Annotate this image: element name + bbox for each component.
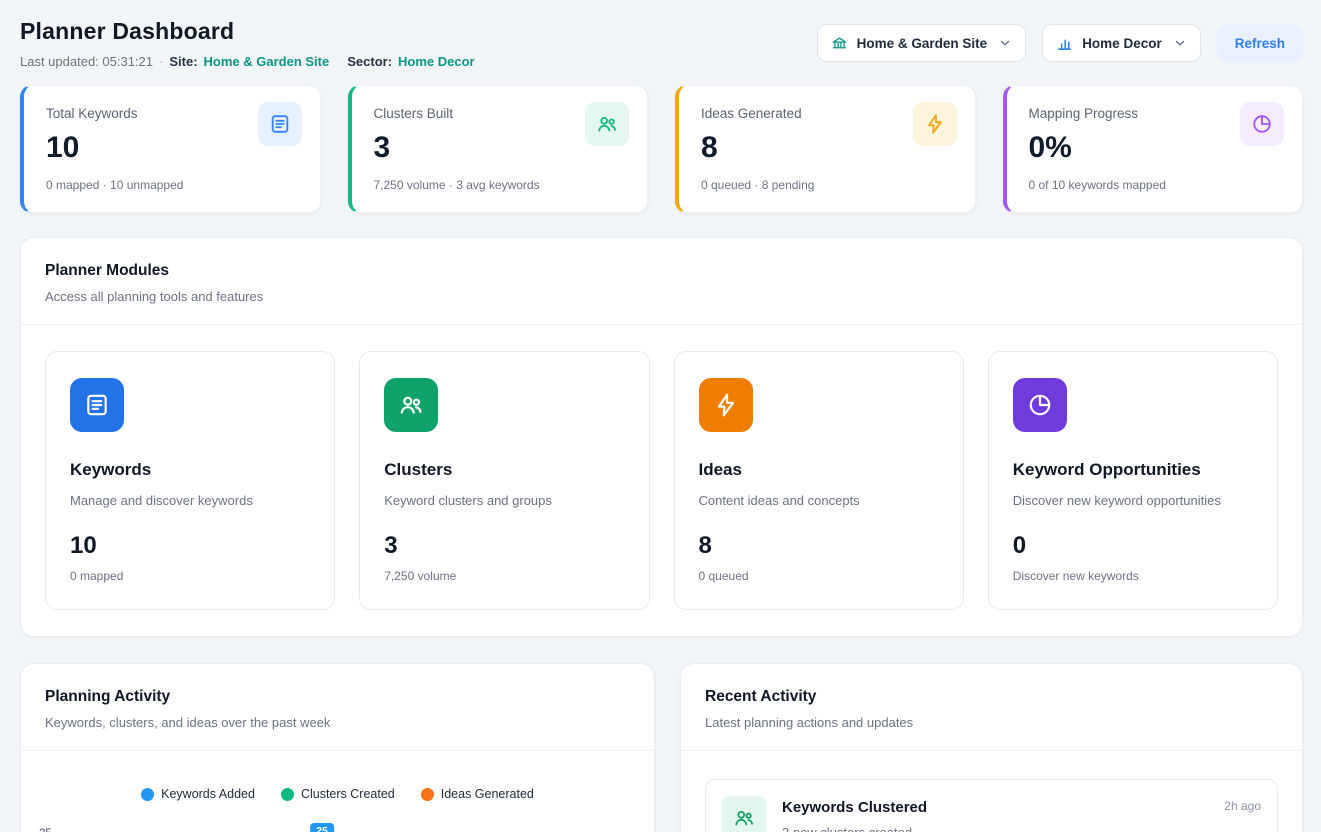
module-value: 10 <box>70 532 310 560</box>
area-chart: 25 25 24 <box>21 814 654 832</box>
page-header: Planner Dashboard Last updated: 05:31:21… <box>20 18 1303 69</box>
stat-detail: 0 of 10 keywords mapped <box>1029 178 1283 192</box>
bar-chart-icon <box>1056 35 1073 52</box>
page-title: Planner Dashboard <box>20 18 475 45</box>
keywords-added-area-series <box>55 814 632 832</box>
refresh-button[interactable]: Refresh <box>1217 24 1303 62</box>
header-left: Planner Dashboard Last updated: 05:31:21… <box>20 18 475 69</box>
y-axis-tick: 25 <box>39 828 52 832</box>
building-icon <box>831 35 848 52</box>
module-card-ideas[interactable]: Ideas Content ideas and concepts 8 0 que… <box>674 351 964 610</box>
stat-detail: 7,250 volume · 3 avg keywords <box>374 178 628 192</box>
legend-dot-icon <box>281 788 294 801</box>
site-label: Site: <box>169 54 197 69</box>
planner-modules-panel: Planner Modules Access all planning tool… <box>20 237 1303 637</box>
modules-subtitle: Access all planning tools and features <box>45 289 1278 304</box>
recent-activity-list: Keywords Clustered 3 new clusters create… <box>681 751 1302 832</box>
legend-item-ideas-generated: Ideas Generated <box>421 787 534 801</box>
site-selector-dropdown[interactable]: Home & Garden Site <box>817 24 1027 62</box>
activity-list-item: Keywords Clustered 3 new clusters create… <box>705 779 1278 832</box>
stat-detail: 0 mapped · 10 unmapped <box>46 178 300 192</box>
recent-activity-header: Recent Activity Latest planning actions … <box>681 664 1302 750</box>
module-card-keyword-opportunities[interactable]: Keyword Opportunities Discover new keywo… <box>988 351 1278 610</box>
module-detail: 0 mapped <box>70 569 310 583</box>
stat-card-total-keywords: Total Keywords 10 0 mapped · 10 unmapped <box>20 85 321 213</box>
module-detail: 7,250 volume <box>384 569 624 583</box>
module-title: Ideas <box>699 460 939 480</box>
planner-dashboard-page: Planner Dashboard Last updated: 05:31:21… <box>0 0 1321 832</box>
legend-label: Ideas Generated <box>441 787 534 801</box>
document-lines-icon <box>258 102 302 146</box>
module-description: Discover new keyword opportunities <box>1013 493 1253 508</box>
activity-item-title: Keywords Clustered <box>782 799 927 816</box>
module-card-keywords[interactable]: Keywords Manage and discover keywords 10… <box>45 351 335 610</box>
stats-row: Total Keywords 10 0 mapped · 10 unmapped… <box>20 85 1303 213</box>
module-title: Keyword Opportunities <box>1013 460 1253 480</box>
sector-selector-dropdown[interactable]: Home Decor <box>1042 24 1201 62</box>
bolt-icon <box>699 378 753 432</box>
header-meta: Last updated: 05:31:21 · Site: Home & Ga… <box>20 54 475 69</box>
site-selector-label: Home & Garden Site <box>857 36 988 51</box>
users-icon <box>722 796 766 832</box>
modules-title: Planner Modules <box>45 262 1278 280</box>
module-value: 3 <box>384 532 624 560</box>
last-updated-text: Last updated: 05:31:21 <box>20 54 153 69</box>
module-detail: 0 queued <box>699 569 939 583</box>
module-value: 0 <box>1013 532 1253 560</box>
planning-activity-header: Planning Activity Keywords, clusters, an… <box>21 664 654 750</box>
recent-activity-panel: Recent Activity Latest planning actions … <box>680 663 1303 832</box>
stat-detail: 0 queued · 8 pending <box>701 178 955 192</box>
activity-item-timestamp: 2h ago <box>1224 799 1261 813</box>
module-detail: Discover new keywords <box>1013 569 1253 583</box>
module-title: Keywords <box>70 460 310 480</box>
module-description: Keyword clusters and groups <box>384 493 624 508</box>
module-title: Clusters <box>384 460 624 480</box>
data-point-label: 25 <box>310 823 334 832</box>
recent-activity-subtitle: Latest planning actions and updates <box>705 715 1278 730</box>
sector-selector-label: Home Decor <box>1082 36 1162 51</box>
chevron-down-icon <box>1173 36 1187 50</box>
stat-card-clusters-built: Clusters Built 3 7,250 volume · 3 avg ke… <box>348 85 649 213</box>
activity-item-text: Keywords Clustered 3 new clusters create… <box>782 796 927 832</box>
chart-legend: Keywords Added Clusters Created Ideas Ge… <box>21 751 654 801</box>
modules-grid: Keywords Manage and discover keywords 10… <box>21 325 1302 636</box>
legend-label: Keywords Added <box>161 787 255 801</box>
pie-chart-icon <box>1240 102 1284 146</box>
sector-link[interactable]: Home Decor <box>398 54 475 69</box>
modules-panel-header: Planner Modules Access all planning tool… <box>21 238 1302 324</box>
document-lines-icon <box>70 378 124 432</box>
planning-activity-subtitle: Keywords, clusters, and ideas over the p… <box>45 715 630 730</box>
site-link[interactable]: Home & Garden Site <box>204 54 330 69</box>
bottom-row: Planning Activity Keywords, clusters, an… <box>20 663 1303 832</box>
module-description: Manage and discover keywords <box>70 493 310 508</box>
legend-label: Clusters Created <box>301 787 395 801</box>
recent-activity-title: Recent Activity <box>705 688 1278 706</box>
meta-separator: · <box>159 54 163 69</box>
header-actions: Home & Garden Site Home Decor Refresh <box>817 24 1303 62</box>
legend-dot-icon <box>421 788 434 801</box>
sector-label: Sector: <box>347 54 392 69</box>
bolt-icon <box>913 102 957 146</box>
legend-item-keywords-added: Keywords Added <box>141 787 255 801</box>
chevron-down-icon <box>998 36 1012 50</box>
pie-chart-icon <box>1013 378 1067 432</box>
planning-activity-panel: Planning Activity Keywords, clusters, an… <box>20 663 655 832</box>
stat-card-ideas-generated: Ideas Generated 8 0 queued · 8 pending <box>675 85 976 213</box>
activity-item-description: 3 new clusters created <box>782 825 927 832</box>
legend-dot-icon <box>141 788 154 801</box>
users-icon <box>585 102 629 146</box>
users-icon <box>384 378 438 432</box>
module-description: Content ideas and concepts <box>699 493 939 508</box>
legend-item-clusters-created: Clusters Created <box>281 787 395 801</box>
module-value: 8 <box>699 532 939 560</box>
planning-activity-title: Planning Activity <box>45 688 630 706</box>
module-card-clusters[interactable]: Clusters Keyword clusters and groups 3 7… <box>359 351 649 610</box>
stat-card-mapping-progress: Mapping Progress 0% 0 of 10 keywords map… <box>1003 85 1304 213</box>
